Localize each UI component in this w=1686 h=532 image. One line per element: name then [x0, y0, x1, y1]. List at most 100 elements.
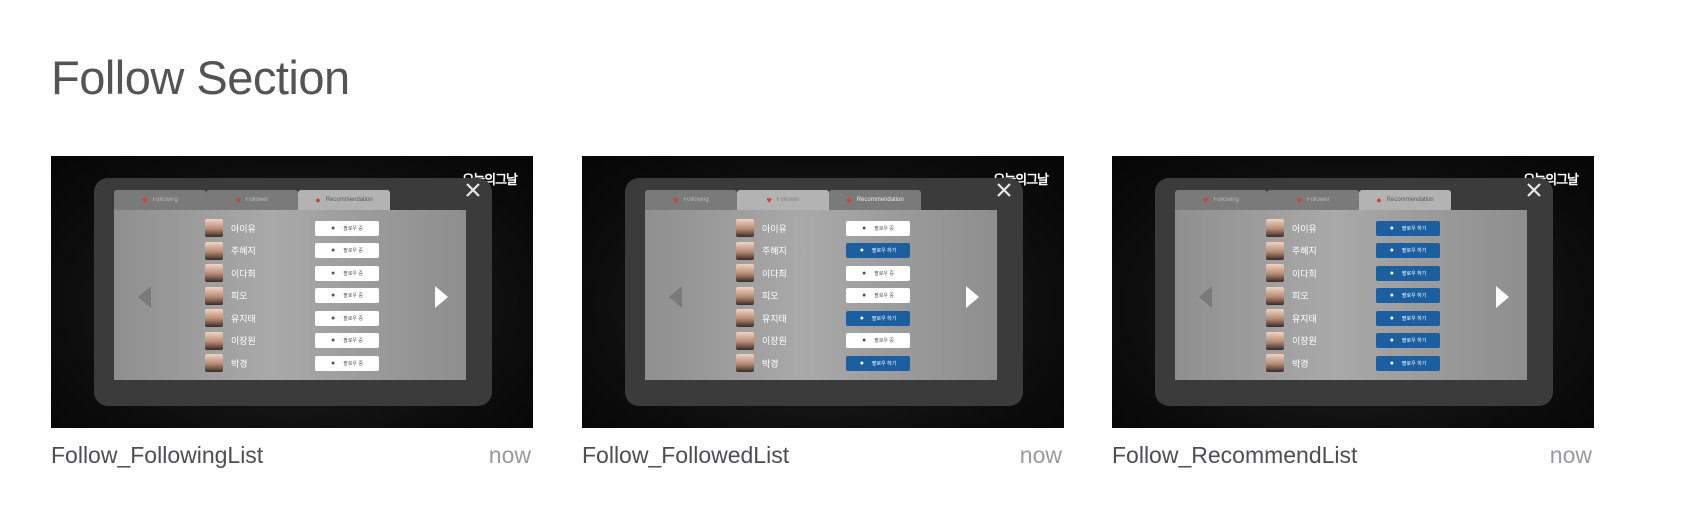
user-name: 이다희 [762, 268, 787, 279]
avatar [1266, 354, 1284, 372]
card-follow-following-list[interactable]: 오늘의그날 ♥ Following ♥ Follower ● Recommendation 아… [51, 156, 533, 469]
user-name: 유지태 [762, 313, 787, 324]
tab-follower[interactable]: ♥ Follower [1267, 190, 1359, 210]
user-name: 이장원 [762, 336, 787, 346]
tab-label: Following [683, 197, 709, 203]
tab-recommendation[interactable]: ● Recommendation [829, 190, 921, 210]
person-icon: ● [1389, 269, 1394, 277]
follow-button[interactable]: ● 팔로우 하기 [846, 243, 910, 258]
user-name: 주혜지 [1292, 246, 1317, 256]
button-label: 팔로우 하기 [871, 315, 897, 322]
button-label: 팔로우 중 [343, 248, 364, 254]
user-name: 이다희 [1292, 268, 1317, 279]
following-button[interactable]: ● 팔로우 중 [315, 220, 379, 236]
tab-recommendation[interactable]: ● Recommendation [298, 190, 390, 210]
following-button[interactable]: ● 팔로우 중 [846, 220, 910, 236]
follow-button[interactable]: ● 팔로우 하기 [1376, 310, 1440, 326]
thumbnail[interactable]: 오늘의그날 ♥ Following ♥ Follower ● Recommendation 아… [582, 156, 1064, 428]
tab-label: Follower [245, 197, 269, 203]
user-name: 피오 [762, 291, 779, 301]
following-button[interactable]: ● 팔로우 중 [315, 310, 379, 326]
follow-button[interactable]: ● 팔로우 하기 [846, 310, 910, 326]
card-title[interactable]: Follow_RecommendList [1112, 442, 1357, 469]
follow-button[interactable]: ● 팔로우 하기 [1376, 355, 1440, 371]
card-timestamp: now [1019, 442, 1062, 468]
prev-arrow-icon[interactable] [138, 286, 151, 308]
person-icon: ● [859, 314, 864, 322]
user-row: 유지태 ● 팔로우 하기 [736, 309, 910, 327]
button-label: 팔로우 중 [343, 360, 364, 367]
following-button[interactable]: ● 팔로우 중 [315, 333, 379, 348]
tab-bar: ♥ Following ♥ Follower ● Recommendation [1175, 190, 1451, 210]
close-icon[interactable] [1526, 182, 1542, 198]
following-button[interactable]: ● 팔로우 중 [315, 355, 379, 371]
prev-arrow-icon[interactable] [1199, 286, 1212, 308]
user-name: 박경 [231, 358, 248, 369]
person-icon: ● [1389, 314, 1394, 322]
next-arrow-icon[interactable] [1496, 286, 1509, 308]
avatar [736, 286, 754, 305]
tab-label: Recommendation [325, 197, 373, 203]
follow-button[interactable]: ● 팔로우 하기 [1376, 243, 1440, 258]
user-name: 유지태 [231, 313, 256, 324]
next-arrow-icon[interactable] [966, 286, 979, 308]
next-arrow-icon[interactable] [435, 286, 448, 308]
tab-recommendation[interactable]: ● Recommendation [1359, 190, 1451, 210]
follow-button[interactable]: ● 팔로우 하기 [846, 355, 910, 371]
avatar [1266, 264, 1284, 282]
tab-follower[interactable]: ♥ Follower [206, 190, 298, 210]
card-title[interactable]: Follow_FollowedList [582, 442, 789, 469]
user-row: 이다희 ● 팔로우 중 [205, 264, 379, 282]
user-row: 박경 ● 팔로우 하기 [736, 354, 910, 372]
prev-arrow-icon[interactable] [669, 286, 682, 308]
following-button[interactable]: ● 팔로우 중 [315, 288, 379, 303]
person-icon: ● [859, 359, 864, 367]
following-button[interactable]: ● 팔로우 중 [315, 265, 379, 281]
tab-following[interactable]: ♥ Following [645, 190, 737, 210]
button-label: 팔로우 하기 [1401, 225, 1427, 232]
user-row: 피오 ● 팔로우 하기 [1266, 286, 1440, 305]
follow-button[interactable]: ● 팔로우 하기 [1376, 220, 1440, 236]
person-icon: ● [330, 359, 336, 367]
close-icon[interactable] [996, 182, 1012, 198]
user-name: 이장원 [231, 336, 256, 346]
card-title[interactable]: Follow_FollowingList [51, 442, 263, 469]
following-button[interactable]: ● 팔로우 중 [846, 265, 910, 281]
avatar [736, 354, 754, 372]
card-follow-followed-list[interactable]: 오늘의그날 ♥ Following ♥ Follower ● Recommendation 아… [582, 156, 1064, 469]
tab-follower[interactable]: ♥ Follower [737, 190, 829, 210]
card-follow-recommend-list[interactable]: 오늘의그날 ♥ Following ♥ Follower ● Recommendation 아… [1112, 156, 1594, 469]
user-row: 주혜지 ● 팔로우 하기 [1266, 241, 1440, 260]
following-button[interactable]: ● 팔로우 중 [315, 243, 379, 258]
avatar [205, 331, 223, 350]
following-button[interactable]: ● 팔로우 중 [846, 288, 910, 303]
user-name: 박경 [762, 358, 779, 369]
avatar [1266, 219, 1284, 237]
avatar [736, 331, 754, 350]
user-name: 주혜지 [231, 246, 256, 256]
thumbnail[interactable]: 오늘의그날 ♥ Following ♥ Follower ● Recommendation 아… [1112, 156, 1594, 428]
heart-icon: ♥ [1203, 194, 1209, 205]
person-icon: ● [861, 224, 867, 232]
follow-button[interactable]: ● 팔로우 하기 [1376, 265, 1440, 281]
tab-bar: ♥ Following ♥ Follower ● Recommendation [114, 190, 390, 210]
thumbnail[interactable]: 오늘의그날 ♥ Following ♥ Follower ● Recommendation 아… [51, 156, 533, 428]
user-list: 아이유 ● 팔로우 하기 주혜지 ● 팔로우 하기 이다희 ● 팔로우 하기 피오 ● 팔로우 하기 유… [1266, 219, 1440, 377]
button-label: 팔로우 하기 [1401, 338, 1427, 344]
user-row: 이장원 ● 팔로우 중 [736, 331, 910, 350]
close-icon[interactable] [465, 182, 481, 198]
user-row: 주혜지 ● 팔로우 중 [205, 241, 379, 260]
follow-button[interactable]: ● 팔로우 하기 [1376, 333, 1440, 348]
person-icon: ● [330, 247, 336, 254]
following-button[interactable]: ● 팔로우 중 [846, 333, 910, 348]
follow-button[interactable]: ● 팔로우 하기 [1376, 288, 1440, 303]
tab-following[interactable]: ♥ Following [114, 190, 206, 210]
tab-label: Follower [1306, 197, 1330, 203]
user-row: 유지태 ● 팔로우 중 [205, 309, 379, 327]
card-timestamp: now [488, 442, 531, 468]
button-label: 팔로우 하기 [871, 248, 897, 254]
button-label: 팔로우 중 [874, 338, 895, 344]
user-list: 아이유 ● 팔로우 중 주혜지 ● 팔로우 하기 이다희 ● 팔로우 중 피오 ● 팔로우 중 유지태 ●… [736, 219, 910, 377]
tab-label: Recommendation [1386, 197, 1434, 203]
tab-following[interactable]: ♥ Following [1175, 190, 1267, 210]
